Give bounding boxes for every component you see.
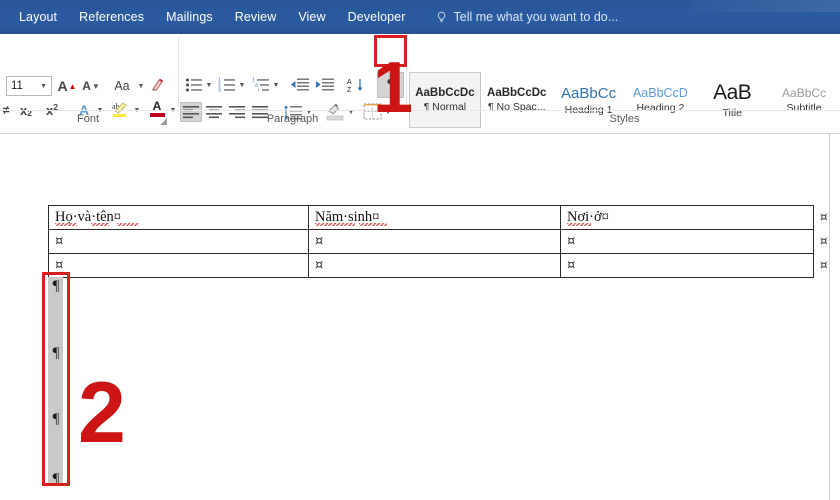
spellcheck-underline xyxy=(91,223,109,226)
bullet-list-icon xyxy=(185,77,203,93)
table-cell[interactable]: ¤ xyxy=(309,254,561,278)
chevron-down-icon: ▼ xyxy=(40,83,47,90)
svg-text:3: 3 xyxy=(218,88,221,94)
change-case-chevron-down-icon[interactable]: ▼ xyxy=(137,82,145,90)
multilevel-chevron-down-icon[interactable]: ▼ xyxy=(272,81,280,89)
tell-me-placeholder: Tell me what you want to do... xyxy=(454,10,619,24)
group-label-font: Font xyxy=(0,113,176,125)
ribbon-group-labels: Font ◢ Paragraph Styles xyxy=(0,110,840,132)
group-label-paragraph: Paragraph xyxy=(180,113,405,125)
font-size-value: 11 xyxy=(11,80,23,92)
spellcheck-underline xyxy=(55,223,77,226)
svg-text:A: A xyxy=(347,79,352,86)
numbering-button[interactable]: 1 2 3 xyxy=(216,74,238,96)
clear-formatting-button[interactable] xyxy=(148,74,170,96)
tab-developer[interactable]: Developer xyxy=(337,6,417,28)
spellcheck-underline xyxy=(567,223,591,226)
ribbon-tab-bar: Layout References Mailings Review View D… xyxy=(0,0,840,34)
spellcheck-underline xyxy=(315,223,355,226)
numbering-chevron-down-icon[interactable]: ▼ xyxy=(238,81,246,89)
style-title-sample: AaB xyxy=(713,81,751,105)
table-cell-header-name[interactable]: Họ·và·tên¤ xyxy=(49,206,309,230)
tab-mailings[interactable]: Mailings xyxy=(155,6,224,28)
tab-layout[interactable]: Layout xyxy=(8,6,68,28)
table-cell-header-residence[interactable]: Nơi·ở¤ xyxy=(561,206,814,230)
table-cell[interactable]: ¤ xyxy=(561,230,814,254)
svg-text:Z: Z xyxy=(347,87,352,94)
annotation-number-2: 2 xyxy=(78,370,126,456)
style-heading-1-sample: AaBbCc xyxy=(561,85,616,102)
shrink-font-button[interactable]: A ▼ xyxy=(80,76,102,96)
row-end-mark: ¤ xyxy=(820,258,828,272)
style-normal-sample: AaBbCcDc xyxy=(415,87,474,99)
lightbulb-icon xyxy=(435,11,448,24)
style-subtitle-sample: AaBbCc xyxy=(782,86,826,100)
change-case-label: Aa xyxy=(114,79,129,93)
ribbon: 11 ▼ A ▲ A ▼ Aa ▼ ≠ x 2 x 2 A ▼ ab xyxy=(0,34,840,134)
increase-indent-button[interactable] xyxy=(313,74,337,96)
page-right-edge xyxy=(829,134,830,500)
annotation-box-2 xyxy=(42,272,70,486)
cell-end-mark: ¤ xyxy=(55,234,63,249)
annotation-number-1: 1 xyxy=(373,52,411,124)
cell-end-mark: ¤ xyxy=(55,258,63,273)
table-row-header[interactable]: Họ·và·tên¤ Năm·sinh¤ Nơi·ở¤ xyxy=(49,206,814,230)
document-table[interactable]: Họ·và·tên¤ Năm·sinh¤ Nơi·ở¤ ¤ ¤ ¤ ¤ ¤ ¤ xyxy=(48,205,814,278)
tab-review[interactable]: Review xyxy=(224,6,288,28)
row-end-mark: ¤ xyxy=(820,210,828,224)
tell-me-search[interactable]: Tell me what you want to do... xyxy=(435,10,619,24)
style-no-spacing-sample: AaBbCcDc xyxy=(487,87,546,99)
multilevel-list-icon: 1 a i xyxy=(252,77,270,93)
table-row[interactable]: ¤ ¤ ¤ xyxy=(49,254,814,278)
grow-font-button[interactable]: A ▲ xyxy=(56,76,78,96)
table-cell[interactable]: ¤ xyxy=(49,230,309,254)
cell-end-mark: ¤ xyxy=(567,234,575,249)
table-cell-header-birthyear[interactable]: Năm·sinh¤ xyxy=(309,206,561,230)
multilevel-list-button[interactable]: 1 a i xyxy=(250,74,272,96)
table-cell[interactable]: ¤ xyxy=(561,254,814,278)
shrink-font-label: A xyxy=(82,79,91,93)
decrease-indent-button[interactable] xyxy=(288,74,312,96)
sort-button[interactable]: A Z xyxy=(345,74,371,96)
bullets-button[interactable] xyxy=(183,74,205,96)
grow-arrow-icon: ▲ xyxy=(69,82,77,91)
spellcheck-underline xyxy=(117,223,139,226)
group-label-styles: Styles xyxy=(409,113,840,125)
table-cell[interactable]: ¤ xyxy=(309,230,561,254)
row-end-mark: ¤ xyxy=(820,234,828,248)
style-heading-2-sample: AaBbCcD xyxy=(633,86,688,100)
table-cell[interactable]: ¤ xyxy=(49,254,309,278)
change-case-button[interactable]: Aa xyxy=(107,76,137,96)
tab-references[interactable]: References xyxy=(68,6,155,28)
document-canvas[interactable]: Họ·và·tên¤ Năm·sinh¤ Nơi·ở¤ ¤ ¤ ¤ ¤ ¤ ¤ xyxy=(0,134,840,500)
decrease-indent-icon xyxy=(290,77,310,93)
numbered-list-icon: 1 2 3 xyxy=(218,77,236,93)
bullets-chevron-down-icon[interactable]: ▼ xyxy=(205,81,213,89)
font-size-input[interactable]: 11 ▼ xyxy=(6,76,52,96)
font-dialog-launcher[interactable]: ◢ xyxy=(160,116,167,127)
cell-end-mark: ¤ xyxy=(567,258,575,273)
spellcheck-underline xyxy=(359,223,387,226)
sort-icon: A Z xyxy=(347,77,369,94)
shrink-arrow-icon: ▼ xyxy=(92,82,100,91)
clear-formatting-icon xyxy=(150,76,168,94)
increase-indent-icon xyxy=(315,77,335,93)
svg-text:i: i xyxy=(258,88,259,94)
grow-font-label: A xyxy=(57,78,67,94)
table-row[interactable]: ¤ ¤ ¤ xyxy=(49,230,814,254)
cell-end-mark: ¤ xyxy=(315,258,323,273)
tab-view[interactable]: View xyxy=(287,6,336,28)
cell-end-mark: ¤ xyxy=(315,234,323,249)
